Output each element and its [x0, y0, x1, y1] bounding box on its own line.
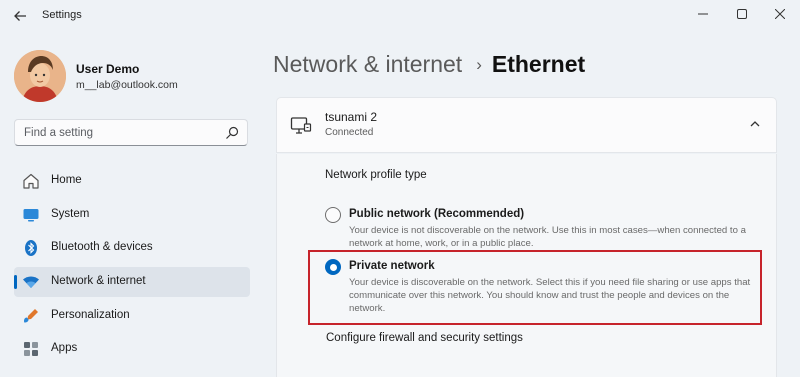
- sidebar-item-network[interactable]: Network & internet: [14, 267, 250, 297]
- breadcrumb-separator: ›: [476, 55, 482, 74]
- avatar[interactable]: [14, 50, 66, 102]
- public-network-description: Your device is not discoverable on the n…: [349, 225, 746, 249]
- sidebar-item-label: Apps: [51, 342, 78, 354]
- avatar-icon: [14, 50, 66, 102]
- back-button[interactable]: [10, 7, 30, 25]
- minimize-button[interactable]: [683, 4, 723, 26]
- minimize-icon: [698, 13, 708, 15]
- search-placeholder: Find a setting: [24, 127, 94, 139]
- sidebar: User Demo m__lab@outlook.com Find a sett…: [0, 32, 258, 377]
- public-network-radio[interactable]: [325, 207, 341, 223]
- wifi-icon: [23, 276, 39, 288]
- page-title: Ethernet: [491, 51, 586, 77]
- chevron-up-icon[interactable]: [748, 117, 762, 131]
- user-email: m__lab@outlook.com: [76, 79, 178, 91]
- maximize-icon: [737, 9, 747, 19]
- breadcrumb-parent[interactable]: Network & internet: [273, 51, 462, 77]
- selection-indicator: [14, 275, 17, 289]
- close-button[interactable]: [760, 4, 800, 26]
- sidebar-item-label: Network & internet: [51, 275, 146, 287]
- ethernet-icon: [290, 117, 312, 134]
- sidebar-item-bluetooth[interactable]: Bluetooth & devices: [14, 233, 250, 263]
- sidebar-item-home[interactable]: Home: [14, 166, 250, 196]
- sidebar-item-label: System: [51, 208, 90, 220]
- search-icon: [226, 126, 239, 139]
- title-bar: Settings: [0, 0, 800, 32]
- sidebar-item-label: Personalization: [51, 309, 130, 321]
- arrow-left-icon: [14, 11, 26, 21]
- sidebar-item-label: Home: [51, 174, 82, 186]
- apps-icon: [24, 342, 38, 356]
- search-input[interactable]: Find a setting: [14, 119, 248, 146]
- close-icon: [774, 8, 786, 20]
- ethernet-connection-card[interactable]: tsunami 2 Connected: [276, 97, 777, 153]
- sidebar-item-apps[interactable]: Apps: [14, 334, 250, 364]
- firewall-settings-link[interactable]: Configure firewall and security settings: [326, 332, 523, 344]
- user-name: User Demo: [76, 62, 140, 76]
- personalization-icon: [24, 309, 38, 323]
- public-network-title: Public network (Recommended): [349, 208, 525, 220]
- sidebar-item-personalization[interactable]: Personalization: [14, 301, 250, 331]
- breadcrumb: Network & internet › Ethernet: [273, 51, 585, 78]
- home-icon: [23, 173, 39, 189]
- app-title: Settings: [42, 9, 82, 21]
- maximize-button[interactable]: [722, 4, 762, 26]
- sidebar-item-system[interactable]: System: [14, 200, 250, 230]
- network-profile-label: Network profile type: [325, 169, 427, 181]
- connection-name: tsunami 2: [325, 110, 378, 124]
- sidebar-item-label: Bluetooth & devices: [51, 241, 153, 253]
- connection-status: Connected: [325, 127, 374, 138]
- bluetooth-icon: [25, 240, 37, 256]
- highlight-annotation: [308, 250, 762, 325]
- system-icon: [23, 209, 39, 222]
